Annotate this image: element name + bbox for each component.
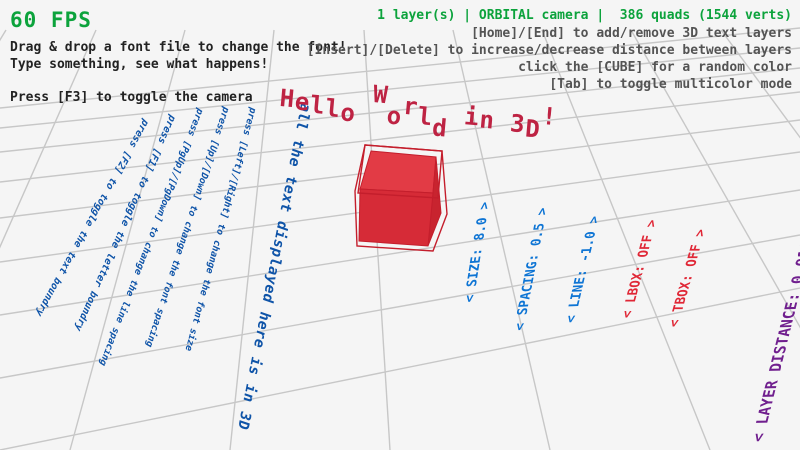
hint-drag-drop: Drag & drop a font file to change the fo… [10,40,347,55]
hint-type: Type something, see what happens! [10,57,268,72]
help-distance: [Insert]/[Delete] to increase/decrease d… [307,43,792,58]
cube-top-face [360,151,436,193]
help-multicolor: [Tab] to toggle multicolor mode [549,77,792,92]
cube[interactable] [355,145,447,251]
status-bar: 1 layer(s) | ORBITAL camera | 386 quads … [377,8,792,23]
app-window: press [F2] to toggle the text boundry pr… [0,0,800,450]
fps-counter: 60 FPS [10,8,92,32]
help-layers: [Home]/[End] to add/remove 3D text layer… [471,26,792,41]
help-cube-color: click the [CUBE] for a random color [518,60,792,75]
hint-camera: Press [F3] to toggle the camera [10,90,253,105]
